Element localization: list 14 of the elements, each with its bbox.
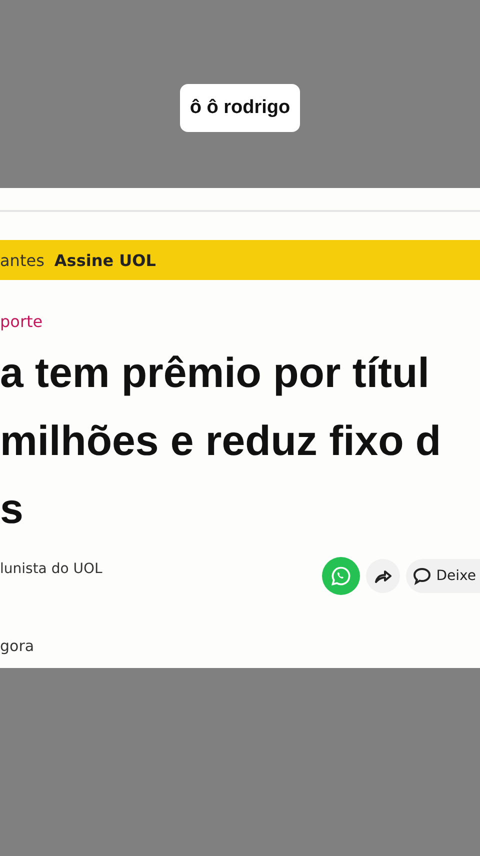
- headline-line: milhões e reduz fixo d: [0, 416, 442, 466]
- time-text: gora: [0, 637, 36, 655]
- subscribe-link[interactable]: Assine UOL: [54, 250, 156, 270]
- share-arrow-icon: [374, 568, 392, 584]
- headline-line: s: [0, 484, 24, 534]
- nav-text: antes: [0, 250, 44, 270]
- headline-line: a tem prêmio por títul: [0, 348, 430, 398]
- share-button[interactable]: [366, 559, 400, 593]
- comment-button[interactable]: Deixe: [406, 559, 480, 593]
- category-label: porte: [0, 312, 44, 331]
- byline-text: lunista do UOL: [0, 561, 102, 577]
- chat-bubble-phone-icon: [330, 565, 352, 587]
- caption-label: ô ô rodrigo: [180, 84, 300, 132]
- speech-bubble-icon: [412, 566, 432, 586]
